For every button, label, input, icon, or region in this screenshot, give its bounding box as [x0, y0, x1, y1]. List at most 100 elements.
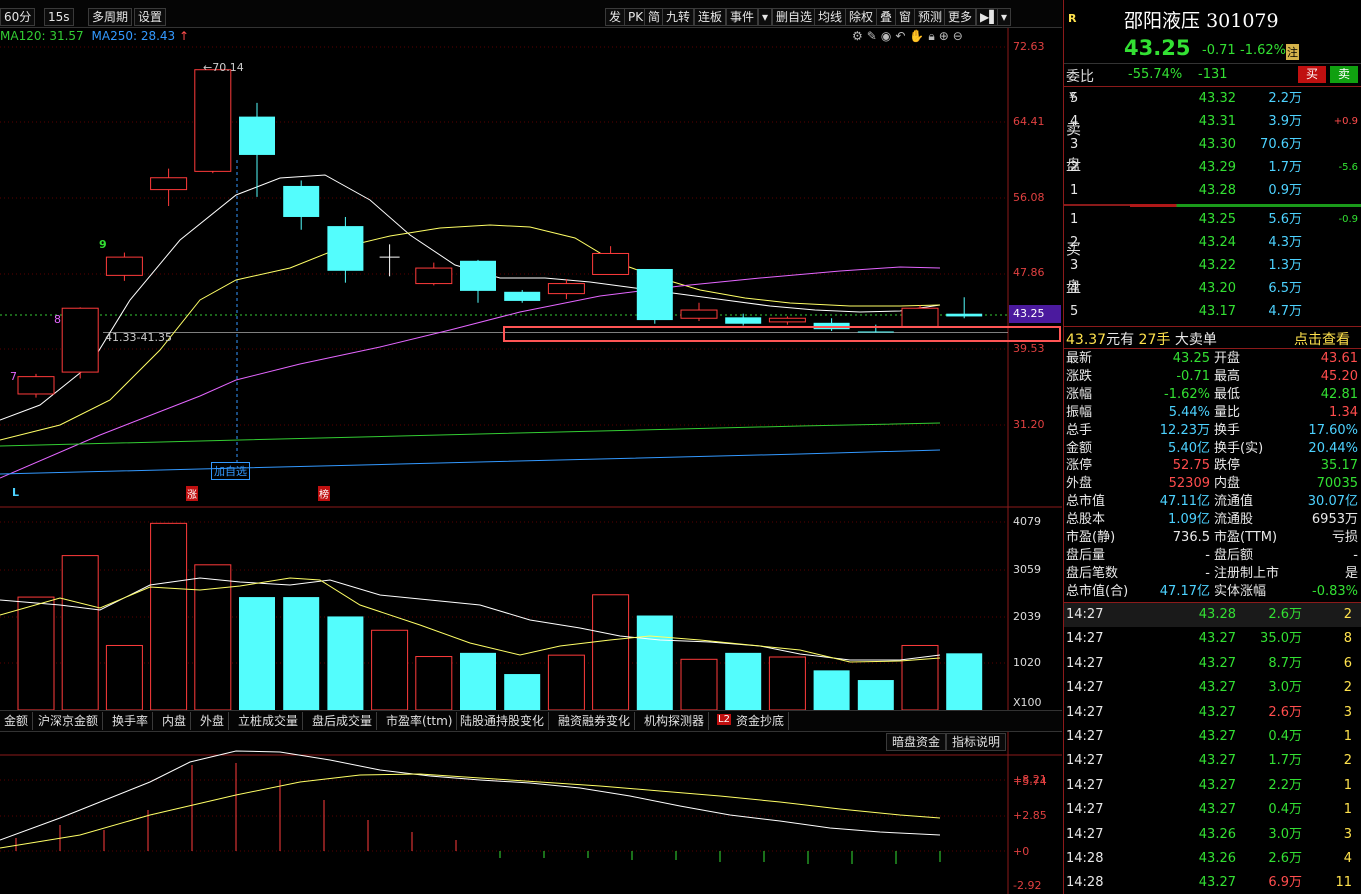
ask-level: 1: [1070, 183, 1079, 198]
tick-row[interactable]: 14:27 43.27 0.4万 1: [1064, 727, 1361, 747]
candle-body: [61, 307, 99, 373]
tab-volume-stake[interactable]: 立桩成交量: [234, 712, 304, 730]
stat-label: 总手: [1066, 422, 1093, 438]
ask-row[interactable]: 1 43.28 0.9万: [1064, 182, 1361, 200]
tick-price: 43.27: [1198, 753, 1236, 769]
tick-row[interactable]: 14:27 43.27 2.2万 1: [1064, 776, 1361, 796]
tick-price: 43.27: [1198, 802, 1236, 818]
stat-label: 外盘: [1066, 476, 1093, 492]
tab-after-hours-volume[interactable]: 盘后成交量: [308, 712, 378, 730]
tick-time: 14:27: [1066, 777, 1104, 793]
stat-value: 47.11亿: [1159, 494, 1210, 510]
ask-change: -5.6: [1338, 162, 1358, 173]
tick-row[interactable]: 14:28 43.26 2.6万 4: [1064, 849, 1361, 869]
tick-row[interactable]: 14:27 43.27 2.6万 3: [1064, 703, 1361, 723]
tab-margin[interactable]: 融资融券变化: [554, 712, 636, 730]
bid-row[interactable]: 1 43.25 5.6万 -0.9: [1064, 211, 1361, 229]
tab-outer[interactable]: 外盘: [196, 712, 230, 730]
stat-value: 45.20: [1320, 368, 1358, 384]
tick-row[interactable]: 14:27 43.27 35.0万 8: [1064, 629, 1361, 649]
event-marker-limit-up[interactable]: 涨: [186, 486, 198, 501]
stock-change: -0.71: [1202, 43, 1236, 58]
stat-value: 亏损: [1331, 530, 1358, 545]
buy-button[interactable]: 买: [1298, 66, 1326, 83]
sell-button[interactable]: 卖: [1330, 66, 1358, 83]
event-marker-l[interactable]: L: [12, 486, 19, 499]
tick-time: 14:27: [1066, 631, 1104, 647]
tick-row[interactable]: 14:27 43.27 1.7万 2: [1064, 751, 1361, 771]
ask-row[interactable]: 5 43.32 2.2万: [1064, 90, 1361, 108]
dark-funds-button[interactable]: 暗盘资金: [886, 733, 947, 751]
bid-row[interactable]: 4 43.20 6.5万: [1064, 280, 1361, 298]
divider: [1064, 204, 1130, 206]
stat-label: 最低: [1214, 386, 1241, 402]
tick-count: 1: [1343, 777, 1352, 793]
candle-body: [636, 268, 673, 321]
tab-inner[interactable]: 内盘: [158, 712, 192, 730]
tab-amount[interactable]: 金额: [0, 712, 34, 730]
tick-row[interactable]: 14:28 43.27 6.9万 11: [1064, 873, 1361, 893]
kline-chart[interactable]: [0, 0, 1062, 894]
tab-pe-ttm[interactable]: 市盈率(ttm): [382, 712, 458, 730]
volume-bar: [901, 644, 939, 711]
tick-count: 4: [1343, 851, 1352, 866]
weibi-label: 委比: [1066, 69, 1094, 85]
volume-axis-label: 3059: [1013, 563, 1041, 576]
candle-body: [460, 260, 496, 291]
volume-bar: [725, 652, 762, 710]
ask-price: 43.32: [1198, 91, 1236, 106]
ask-level: 5: [1070, 91, 1079, 106]
tab-institution[interactable]: 机构探测器: [640, 712, 710, 730]
stat-label: 振幅: [1066, 404, 1093, 420]
add-watchlist-button[interactable]: 加自选: [211, 462, 250, 480]
tick-volume: 2.2万: [1268, 777, 1302, 793]
stat-label: 换手(实): [1214, 440, 1264, 456]
volume-bar: [813, 670, 850, 710]
bid-row[interactable]: 2 43.24 4.3万: [1064, 234, 1361, 252]
macd-dif-line: [0, 750, 941, 841]
ask-row[interactable]: 2 43.29 1.7万 -5.6: [1064, 159, 1361, 177]
event-marker-list[interactable]: 榜: [318, 486, 330, 501]
stat-row: 市盈(静) 736.5 市盈(TTM) 亏损: [1064, 529, 1361, 546]
bid-price: 43.25: [1198, 212, 1236, 227]
view-big-order-link[interactable]: 点击查看: [1294, 329, 1350, 349]
tick-row[interactable]: 14:27 43.28 2.6万 2: [1064, 605, 1361, 625]
tick-time: 14:27: [1066, 655, 1104, 671]
tab-turnover[interactable]: 换手率: [108, 712, 154, 730]
tick-row[interactable]: 14:27 43.26 3.0万 3: [1064, 825, 1361, 845]
bid-volume: 5.6万: [1268, 212, 1302, 227]
ma5-line: [0, 174, 941, 421]
stat-row: 涨跌 -0.71 最高 45.20: [1064, 368, 1361, 385]
tick-row[interactable]: 14:27 43.27 8.7万 6: [1064, 654, 1361, 674]
tick-count: 8: [1343, 631, 1352, 647]
stat-value: -0.71: [1176, 368, 1210, 384]
bid-row[interactable]: 5 43.17 4.7万: [1064, 303, 1361, 321]
stock-name: 邵阳液压: [1124, 10, 1201, 32]
stat-value: -: [1205, 565, 1210, 581]
volume-bar: [768, 656, 806, 711]
tick-count: 6: [1343, 655, 1352, 671]
tab-northbound[interactable]: 陆股通持股变化: [456, 712, 550, 730]
ask-row[interactable]: 4 43.31 3.9万 +0.9: [1064, 113, 1361, 131]
indicator-help-button[interactable]: 指标说明: [946, 733, 1007, 751]
tick-time: 14:28: [1066, 875, 1104, 891]
bid-price: 43.17: [1198, 304, 1236, 319]
tab-bottom-fishing[interactable]: 资金抄底: [732, 712, 790, 730]
tab-hs-amount[interactable]: 沪深京金额: [34, 712, 104, 730]
stat-value: 47.17亿: [1159, 583, 1210, 599]
ask-row[interactable]: 3 43.30 70.6万: [1064, 136, 1361, 154]
ask-volume: 0.9万: [1268, 183, 1302, 198]
volume-bar: [636, 615, 673, 710]
stat-value: 1.34: [1329, 404, 1358, 420]
tick-volume: 8.7万: [1268, 655, 1302, 671]
volume-axis-label: 4079: [1013, 515, 1041, 528]
tick-time: 14:27: [1066, 729, 1104, 744]
ask-price: 43.29: [1198, 160, 1236, 175]
bid-row[interactable]: 3 43.22 1.3万: [1064, 257, 1361, 275]
price-axis-label: 39.53: [1013, 342, 1045, 355]
tick-row[interactable]: 14:27 43.27 3.0万 2: [1064, 678, 1361, 698]
volume-bar: [680, 658, 718, 711]
tick-row[interactable]: 14:27 43.27 0.4万 1: [1064, 800, 1361, 820]
big-order-alert[interactable]: 43.37元有 27手 大卖单: [1066, 329, 1217, 349]
tick-time: 14:27: [1066, 826, 1104, 842]
